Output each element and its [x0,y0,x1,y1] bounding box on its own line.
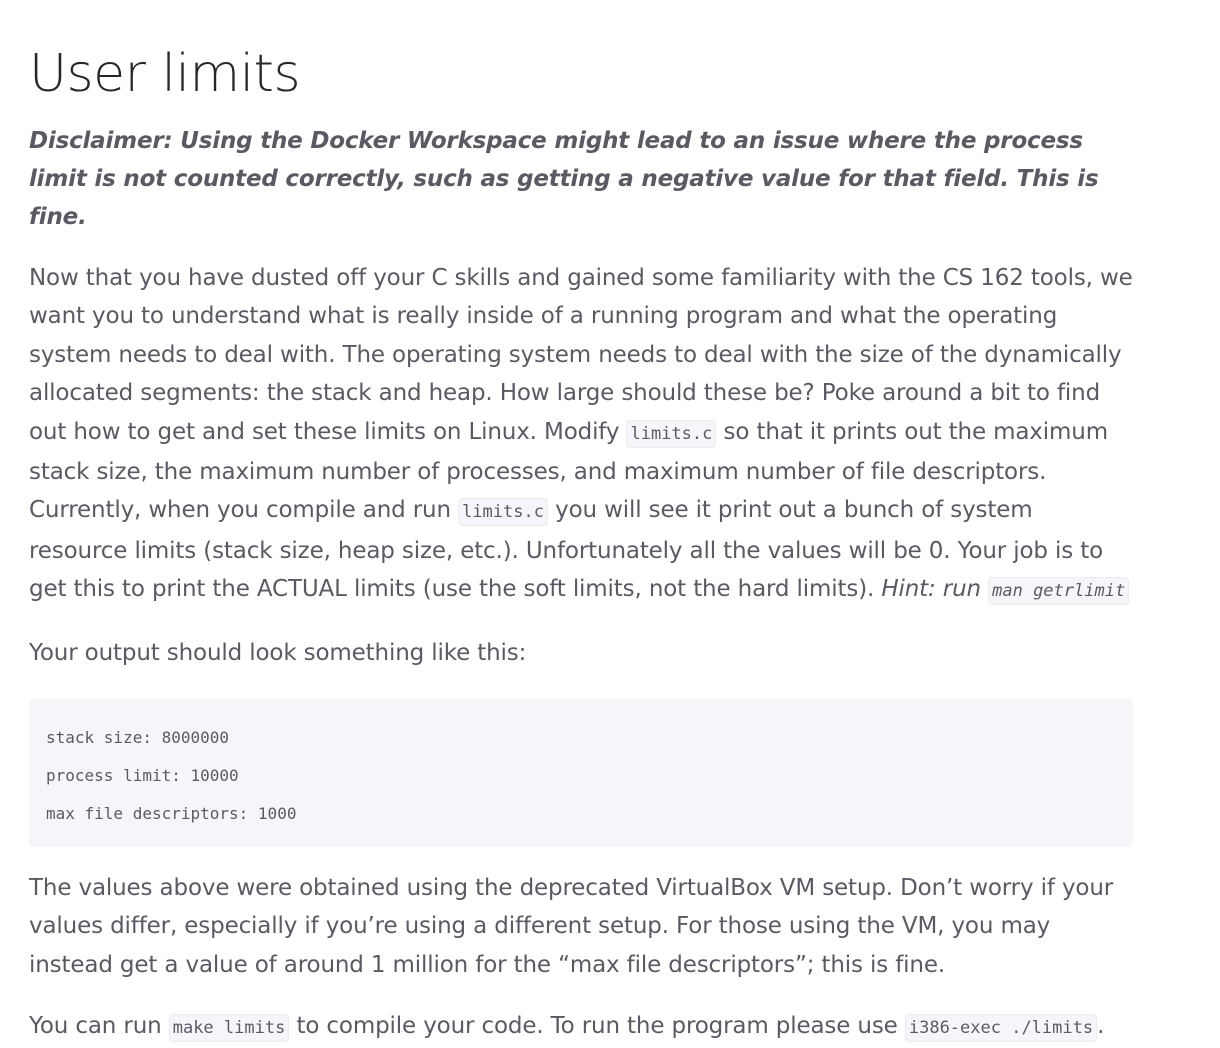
run-note-paragraph: You can run make limits to compile your … [29,1007,1134,1047]
output-intro-paragraph: Your output should look something like t… [29,639,527,666]
page-title: User limits [29,44,301,104]
inline-code-limits-c-2: limits.c [458,498,548,527]
inline-code-limits-c: limits.c [626,419,717,448]
output-code-block: stack size: 8000000 process limit: 10000… [29,699,1133,848]
disclaimer-text: Disclaimer: Using the Docker Workspace m… [29,128,1099,230]
hint: Hint: run man getrlimit [881,576,1130,606]
main-content: User limits Disclaimer: Using the Docker… [0,0,1220,1048]
values-note-paragraph: The values above were obtained using the… [29,875,1114,978]
inline-code-man-getrlimit: man getrlimit [988,577,1130,606]
inline-code-i386-exec: i386-exec ./limits [904,1014,1098,1043]
inline-code-make-limits: make limits [168,1014,290,1043]
output-line-stack-size: stack size: 8000000 [46,728,230,748]
run-text-2: to compile your code. To run the program… [289,1013,905,1040]
intro-paragraph: Now that you have dusted off your C skil… [29,259,1134,611]
output-line-max-file-descriptors: max file descriptors: 1000 [46,804,297,824]
run-text-3: . [1097,1013,1105,1040]
output-line-process-limit: process limit: 10000 [46,766,239,786]
hint-text: Hint: run [881,576,989,603]
run-text-1: You can run [29,1013,169,1040]
